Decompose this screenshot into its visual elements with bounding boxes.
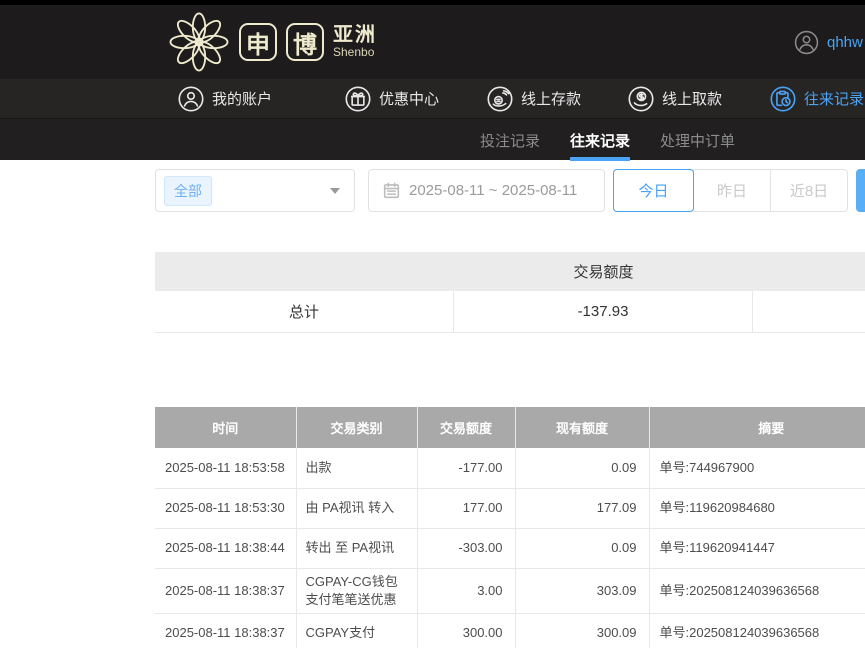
calendar-icon: [383, 182, 400, 199]
page: 申 博 亚洲 Shenbo qhhw: [0, 0, 865, 648]
cell-type: 出款: [296, 448, 417, 488]
category-select[interactable]: 全部: [155, 169, 355, 212]
summary-header-cutoff: [753, 252, 865, 291]
summary-header-empty: [155, 252, 454, 291]
nav-item-label: 优惠中心: [379, 88, 439, 109]
date-range-input[interactable]: 2025-08-11 ~ 2025-08-11: [368, 169, 605, 212]
cell-time: 2025-08-11 18:38:37: [155, 568, 296, 613]
col-header-balance: 现有额度: [515, 407, 649, 448]
logo-region: 亚洲 Shenbo: [333, 25, 377, 59]
summary-table: 交易额度 总计 -137.93: [155, 252, 865, 333]
cell-amount: 3.00: [417, 568, 515, 613]
nav-item-label: 往来记录: [804, 88, 864, 109]
summary-total-row: 总计 -137.93: [155, 291, 865, 333]
cell-time: 2025-08-11 18:38:37: [155, 613, 296, 648]
nav-item-online-deposit[interactable]: 线上存款: [487, 79, 581, 118]
nav-item-label: 线上取款: [662, 88, 722, 109]
records-icon: [770, 86, 796, 112]
col-header-type: 交易类别: [296, 407, 417, 448]
date-range-value: 2025-08-11 ~ 2025-08-11: [409, 182, 577, 199]
user-account-chip[interactable]: qhhw: [794, 5, 863, 79]
cell-amount: -177.00: [417, 448, 515, 488]
cell-type: CGPAY-CG钱包支付笔笔送优惠: [296, 568, 417, 613]
cell-time: 2025-08-11 18:53:30: [155, 488, 296, 528]
logo-char-box: 申: [239, 23, 277, 61]
cell-summary: 单号:202508124039636568: [649, 613, 865, 648]
records-header-row: 时间 交易类别 交易额度 现有额度 摘要: [155, 407, 865, 448]
logo-subtitle: Shenbo: [333, 46, 377, 59]
summary-total-amount: -137.93: [454, 291, 753, 332]
cell-time: 2025-08-11 18:53:58: [155, 448, 296, 488]
col-header-time: 时间: [155, 407, 296, 448]
logo: 申 博 亚洲 Shenbo: [168, 5, 377, 79]
account-icon: [178, 86, 204, 112]
deposit-icon: [487, 86, 513, 112]
cell-balance: 0.09: [515, 528, 649, 568]
nav-item-label: 我的账户: [212, 88, 272, 109]
table-row: 2025-08-11 18:53:58 出款 -177.00 0.09 单号:7…: [155, 448, 865, 488]
gift-icon: [345, 86, 371, 112]
main-nav: 我的账户 优惠中心: [0, 79, 865, 118]
username: qhhw: [827, 34, 863, 51]
col-header-summary: 摘要: [649, 407, 865, 448]
nav-item-my-account[interactable]: 我的账户: [178, 79, 272, 118]
cell-amount: 177.00: [417, 488, 515, 528]
summary-total-cutoff: [753, 291, 865, 332]
summary-header-row: 交易额度: [155, 252, 865, 291]
user-icon: [794, 30, 819, 55]
brand-header: 申 博 亚洲 Shenbo qhhw: [0, 5, 865, 79]
cell-type: 由 PA视讯 转入: [296, 488, 417, 528]
cell-balance: 177.09: [515, 488, 649, 528]
last-8-days-button[interactable]: 近8日: [770, 169, 848, 212]
record-tabs: 投注记录 往来记录 处理中订单: [480, 119, 735, 161]
records-table: 时间 交易类别 交易额度 现有额度 摘要 2025-08-11 18:53:58…: [155, 407, 865, 648]
cell-summary: 单号:119620941447: [649, 528, 865, 568]
nav-item-label: 线上存款: [521, 88, 581, 109]
yesterday-button[interactable]: 昨日: [693, 169, 771, 212]
quick-date-buttons: 今日 昨日 近8日: [613, 169, 848, 212]
cell-amount: 300.00: [417, 613, 515, 648]
flower-logo-icon: [168, 11, 230, 73]
logo-region-text: 亚洲: [333, 25, 377, 46]
col-header-amount: 交易额度: [417, 407, 515, 448]
cell-balance: 0.09: [515, 448, 649, 488]
table-row: 2025-08-11 18:38:44 转出 至 PA视讯 -303.00 0.…: [155, 528, 865, 568]
tab-betting-records[interactable]: 投注记录: [480, 119, 540, 161]
logo-char-box: 博: [286, 23, 324, 61]
withdraw-icon: [628, 86, 654, 112]
chevron-down-icon: [330, 188, 340, 194]
table-row: 2025-08-11 18:53:30 由 PA视讯 转入 177.00 177…: [155, 488, 865, 528]
tab-processing-orders[interactable]: 处理中订单: [660, 119, 735, 161]
table-row: 2025-08-11 18:38:37 CGPAY-CG钱包支付笔笔送优惠 3.…: [155, 568, 865, 613]
search-button[interactable]: [856, 169, 865, 212]
cell-amount: -303.00: [417, 528, 515, 568]
today-button[interactable]: 今日: [613, 169, 694, 212]
cell-balance: 300.09: [515, 613, 649, 648]
category-selected-tag: 全部: [164, 176, 212, 206]
sub-nav: 投注记录 往来记录 处理中订单: [0, 118, 865, 160]
cell-type: 转出 至 PA视讯: [296, 528, 417, 568]
summary-total-label: 总计: [155, 291, 454, 332]
nav-item-transaction-records[interactable]: 往来记录: [770, 79, 864, 118]
summary-header-amount: 交易额度: [454, 252, 753, 291]
nav-item-online-withdrawal[interactable]: 线上取款: [628, 79, 722, 118]
cell-summary: 单号:119620984680: [649, 488, 865, 528]
tab-transaction-records[interactable]: 往来记录: [570, 119, 630, 161]
table-row: 2025-08-11 18:38:37 CGPAY支付 300.00 300.0…: [155, 613, 865, 648]
nav-item-promotions[interactable]: 优惠中心: [345, 79, 439, 118]
cell-summary: 单号:744967900: [649, 448, 865, 488]
cell-type: CGPAY支付: [296, 613, 417, 648]
cell-time: 2025-08-11 18:38:44: [155, 528, 296, 568]
cell-summary: 单号:202508124039636568: [649, 568, 865, 613]
cell-balance: 303.09: [515, 568, 649, 613]
